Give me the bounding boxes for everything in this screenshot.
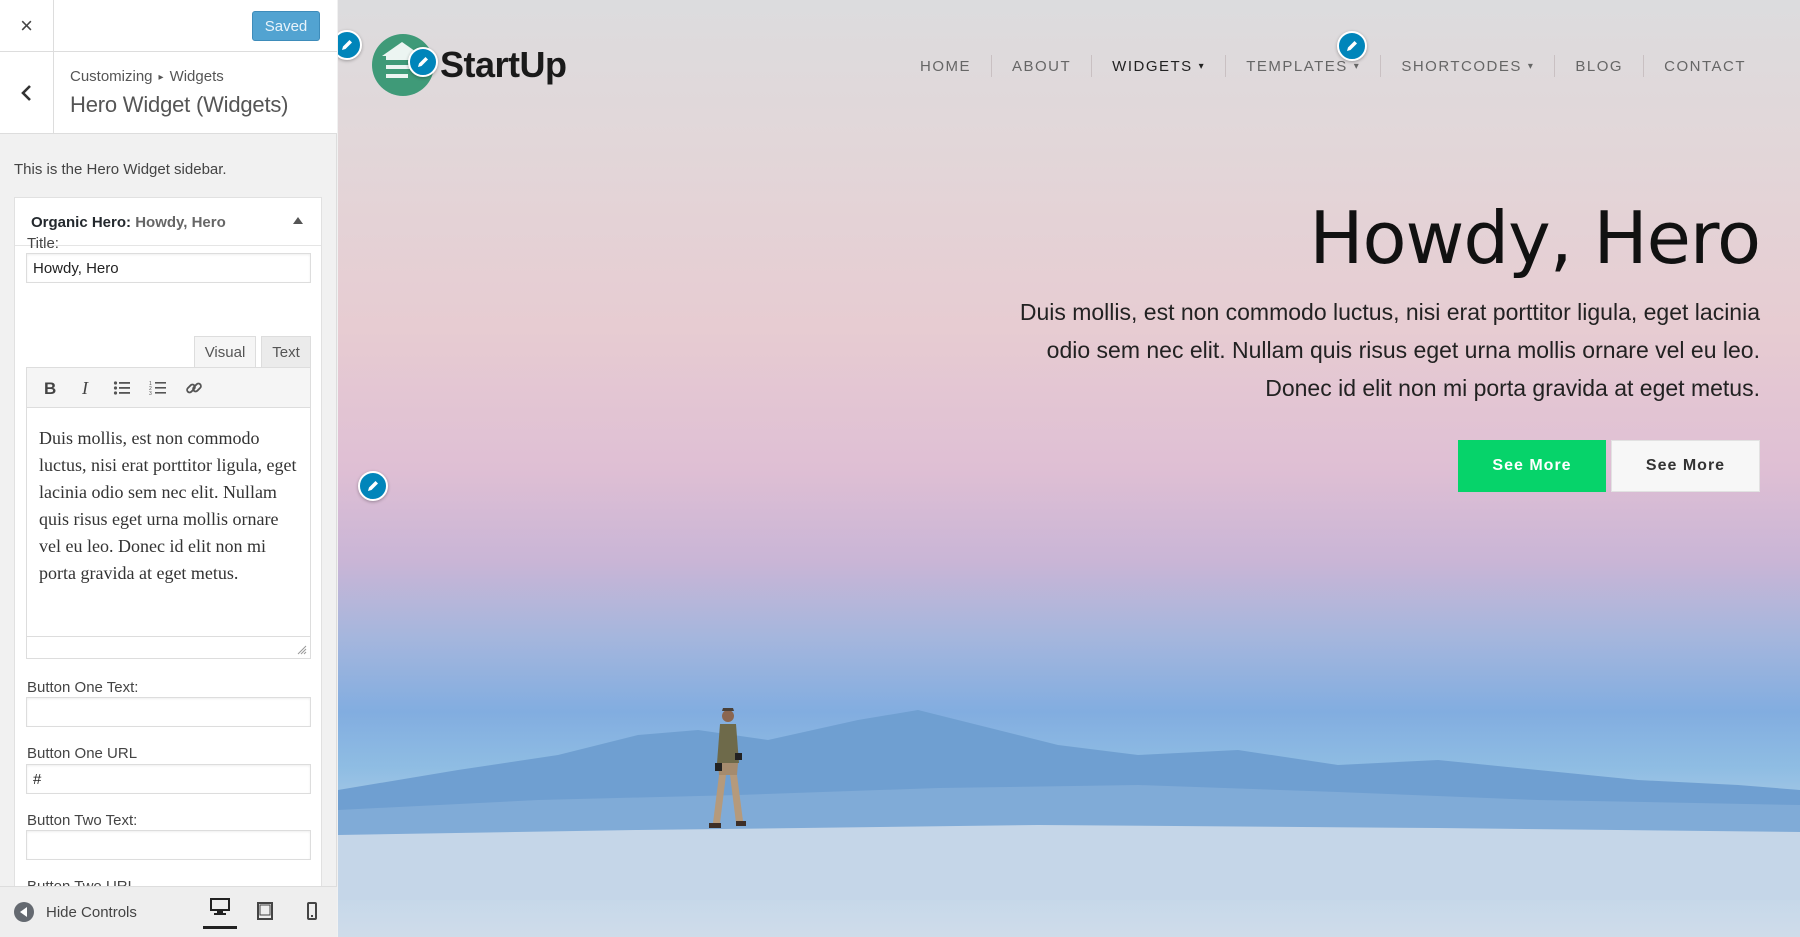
widget-title: Organic Hero: Howdy, Hero — [31, 214, 226, 231]
link-icon — [186, 382, 202, 393]
numbered-list-button[interactable]: 123 — [147, 377, 169, 399]
customizer-panel: × Saved Customizing ▸ Widgets Hero Widget … — [0, 0, 337, 937]
svg-text:3: 3 — [149, 391, 152, 396]
nav-item-contact[interactable]: CONTACT — [1643, 55, 1766, 77]
title-input[interactable]: Howdy, Hero — [26, 253, 311, 283]
chevron-down-icon: ▾ — [1198, 60, 1206, 72]
collapse-arrow-circle-icon — [14, 902, 34, 922]
chevron-left-icon — [20, 85, 31, 101]
hero-title: Howdy, Hero — [1309, 196, 1761, 280]
hide-controls-button[interactable]: Hide Controls — [14, 902, 137, 922]
nav-item-label: SHORTCODES — [1401, 57, 1522, 75]
tablet-icon — [257, 902, 273, 920]
button-two-text-input[interactable] — [26, 830, 311, 860]
nav-item-widgets[interactable]: WIDGETS ▾ — [1091, 55, 1225, 77]
content-editor: B I 123 Duis mollis, est non commodo luc… — [26, 367, 311, 659]
saved-button[interactable]: Saved — [252, 11, 320, 41]
preview-tablet-button[interactable] — [248, 896, 282, 926]
title-label: Title: — [27, 235, 59, 252]
svg-text:B: B — [44, 380, 56, 396]
pencil-icon — [418, 57, 428, 67]
button-two-text-label: Button Two Text: — [27, 812, 138, 829]
desktop-icon — [210, 897, 230, 915]
mobile-icon — [307, 902, 317, 920]
nav-item-about[interactable]: ABOUT — [990, 55, 1091, 77]
main-navigation: HOME ABOUT WIDGETS ▾ TEMPLATES ▾ SHORTCODE… — [900, 55, 1766, 77]
close-customizer-button[interactable]: × — [0, 0, 54, 52]
button-one-text-label: Button One Text: — [27, 679, 139, 696]
edit-shortcut-pin-hero-widget[interactable] — [358, 471, 388, 501]
bold-icon: B — [44, 380, 56, 396]
collapse-arrow-icon[interactable] — [293, 217, 303, 224]
button-one-url-label: Button One URL — [27, 745, 138, 762]
walking-person-image — [709, 708, 746, 828]
pencil-icon — [1347, 41, 1357, 51]
tab-text[interactable]: Text — [261, 336, 311, 368]
resize-handle-icon[interactable] — [297, 645, 307, 655]
logo-text: StartUp — [440, 44, 567, 85]
numbered-list-icon: 123 — [149, 381, 166, 396]
editor-body[interactable]: Duis mollis, est non commodo luctus, nis… — [27, 408, 310, 604]
pencil-icon — [368, 481, 378, 491]
breadcrumb-parent: Customizing — [70, 68, 153, 85]
button-one-url-input[interactable]: # — [26, 764, 311, 794]
italic-icon: I — [81, 380, 89, 396]
widget-header[interactable]: Organic Hero: Howdy, Hero — [15, 198, 321, 246]
edit-shortcut-pin-menu[interactable] — [1337, 31, 1367, 61]
edit-shortcut-pin-logo[interactable] — [408, 47, 438, 77]
nav-item-blog[interactable]: BLOG — [1554, 55, 1643, 77]
pencil-icon — [342, 40, 352, 50]
breadcrumb-section: Widgets — [169, 68, 224, 85]
button-one-text-input[interactable] — [26, 697, 311, 727]
bold-button[interactable]: B — [39, 377, 61, 399]
chevron-down-icon: ▾ — [1353, 60, 1361, 72]
back-button[interactable] — [0, 52, 54, 134]
widget-instance-title: Howdy, Hero — [135, 214, 226, 231]
editor-statusbar — [27, 636, 310, 658]
preview-desktop-button[interactable] — [203, 887, 237, 929]
insert-link-button[interactable] — [183, 377, 205, 399]
nav-item-label: TEMPLATES — [1246, 57, 1348, 75]
svg-text:I: I — [81, 380, 89, 396]
panel-footer: Hide Controls — [0, 886, 337, 937]
hero-text: Duis mollis, est non commodo luctus, nis… — [1019, 299, 1760, 401]
chevron-down-icon: ▾ — [1527, 60, 1535, 72]
italic-button[interactable]: I — [75, 377, 97, 399]
section-title: Hero Widget (Widgets) — [70, 92, 289, 117]
site-preview: StartUp HOME ABOUT WIDGETS ▾ TEMPLATES ▾ S… — [338, 0, 1800, 937]
section-header: Customizing ▸ Widgets Hero Widget (Widgets… — [0, 52, 337, 134]
bulleted-list-button[interactable] — [111, 377, 133, 399]
nav-item-label: WIDGETS — [1112, 57, 1193, 75]
preview-mobile-button[interactable] — [295, 896, 329, 926]
panel-header: × Saved — [0, 0, 337, 52]
site-logo[interactable]: StartUp — [372, 34, 567, 96]
bulleted-list-icon — [113, 380, 130, 395]
breadcrumb: Customizing ▸ Widgets — [70, 68, 224, 85]
hero-button-primary[interactable]: See More — [1458, 440, 1606, 492]
sidebar-description: This is the Hero Widget sidebar. — [14, 161, 227, 178]
nav-item-label: CONTACT — [1664, 57, 1746, 75]
mountain-landscape — [338, 710, 1800, 900]
tab-visual[interactable]: Visual — [194, 336, 256, 368]
edit-shortcut-pin-header[interactable] — [338, 30, 362, 60]
nav-item-label: ABOUT — [1011, 57, 1072, 75]
breadcrumb-separator-icon: ▸ — [158, 72, 164, 83]
editor-toolbar: B I 123 — [27, 368, 310, 408]
nav-item-label: BLOG — [1575, 57, 1624, 75]
hide-controls-label: Hide Controls — [46, 903, 137, 921]
widget-title-separator: : — [126, 214, 132, 231]
close-icon: × — [20, 13, 33, 38]
hero-widget-form: Organic Hero: Howdy, Hero Title: Howdy, … — [14, 197, 322, 897]
nav-item-label: HOME — [919, 57, 971, 75]
hero-button-secondary[interactable]: See More — [1611, 440, 1760, 492]
widget-name: Organic Hero — [31, 214, 127, 231]
nav-item-home[interactable]: HOME — [900, 55, 991, 77]
nav-item-shortcodes[interactable]: SHORTCODES ▾ — [1380, 55, 1554, 77]
